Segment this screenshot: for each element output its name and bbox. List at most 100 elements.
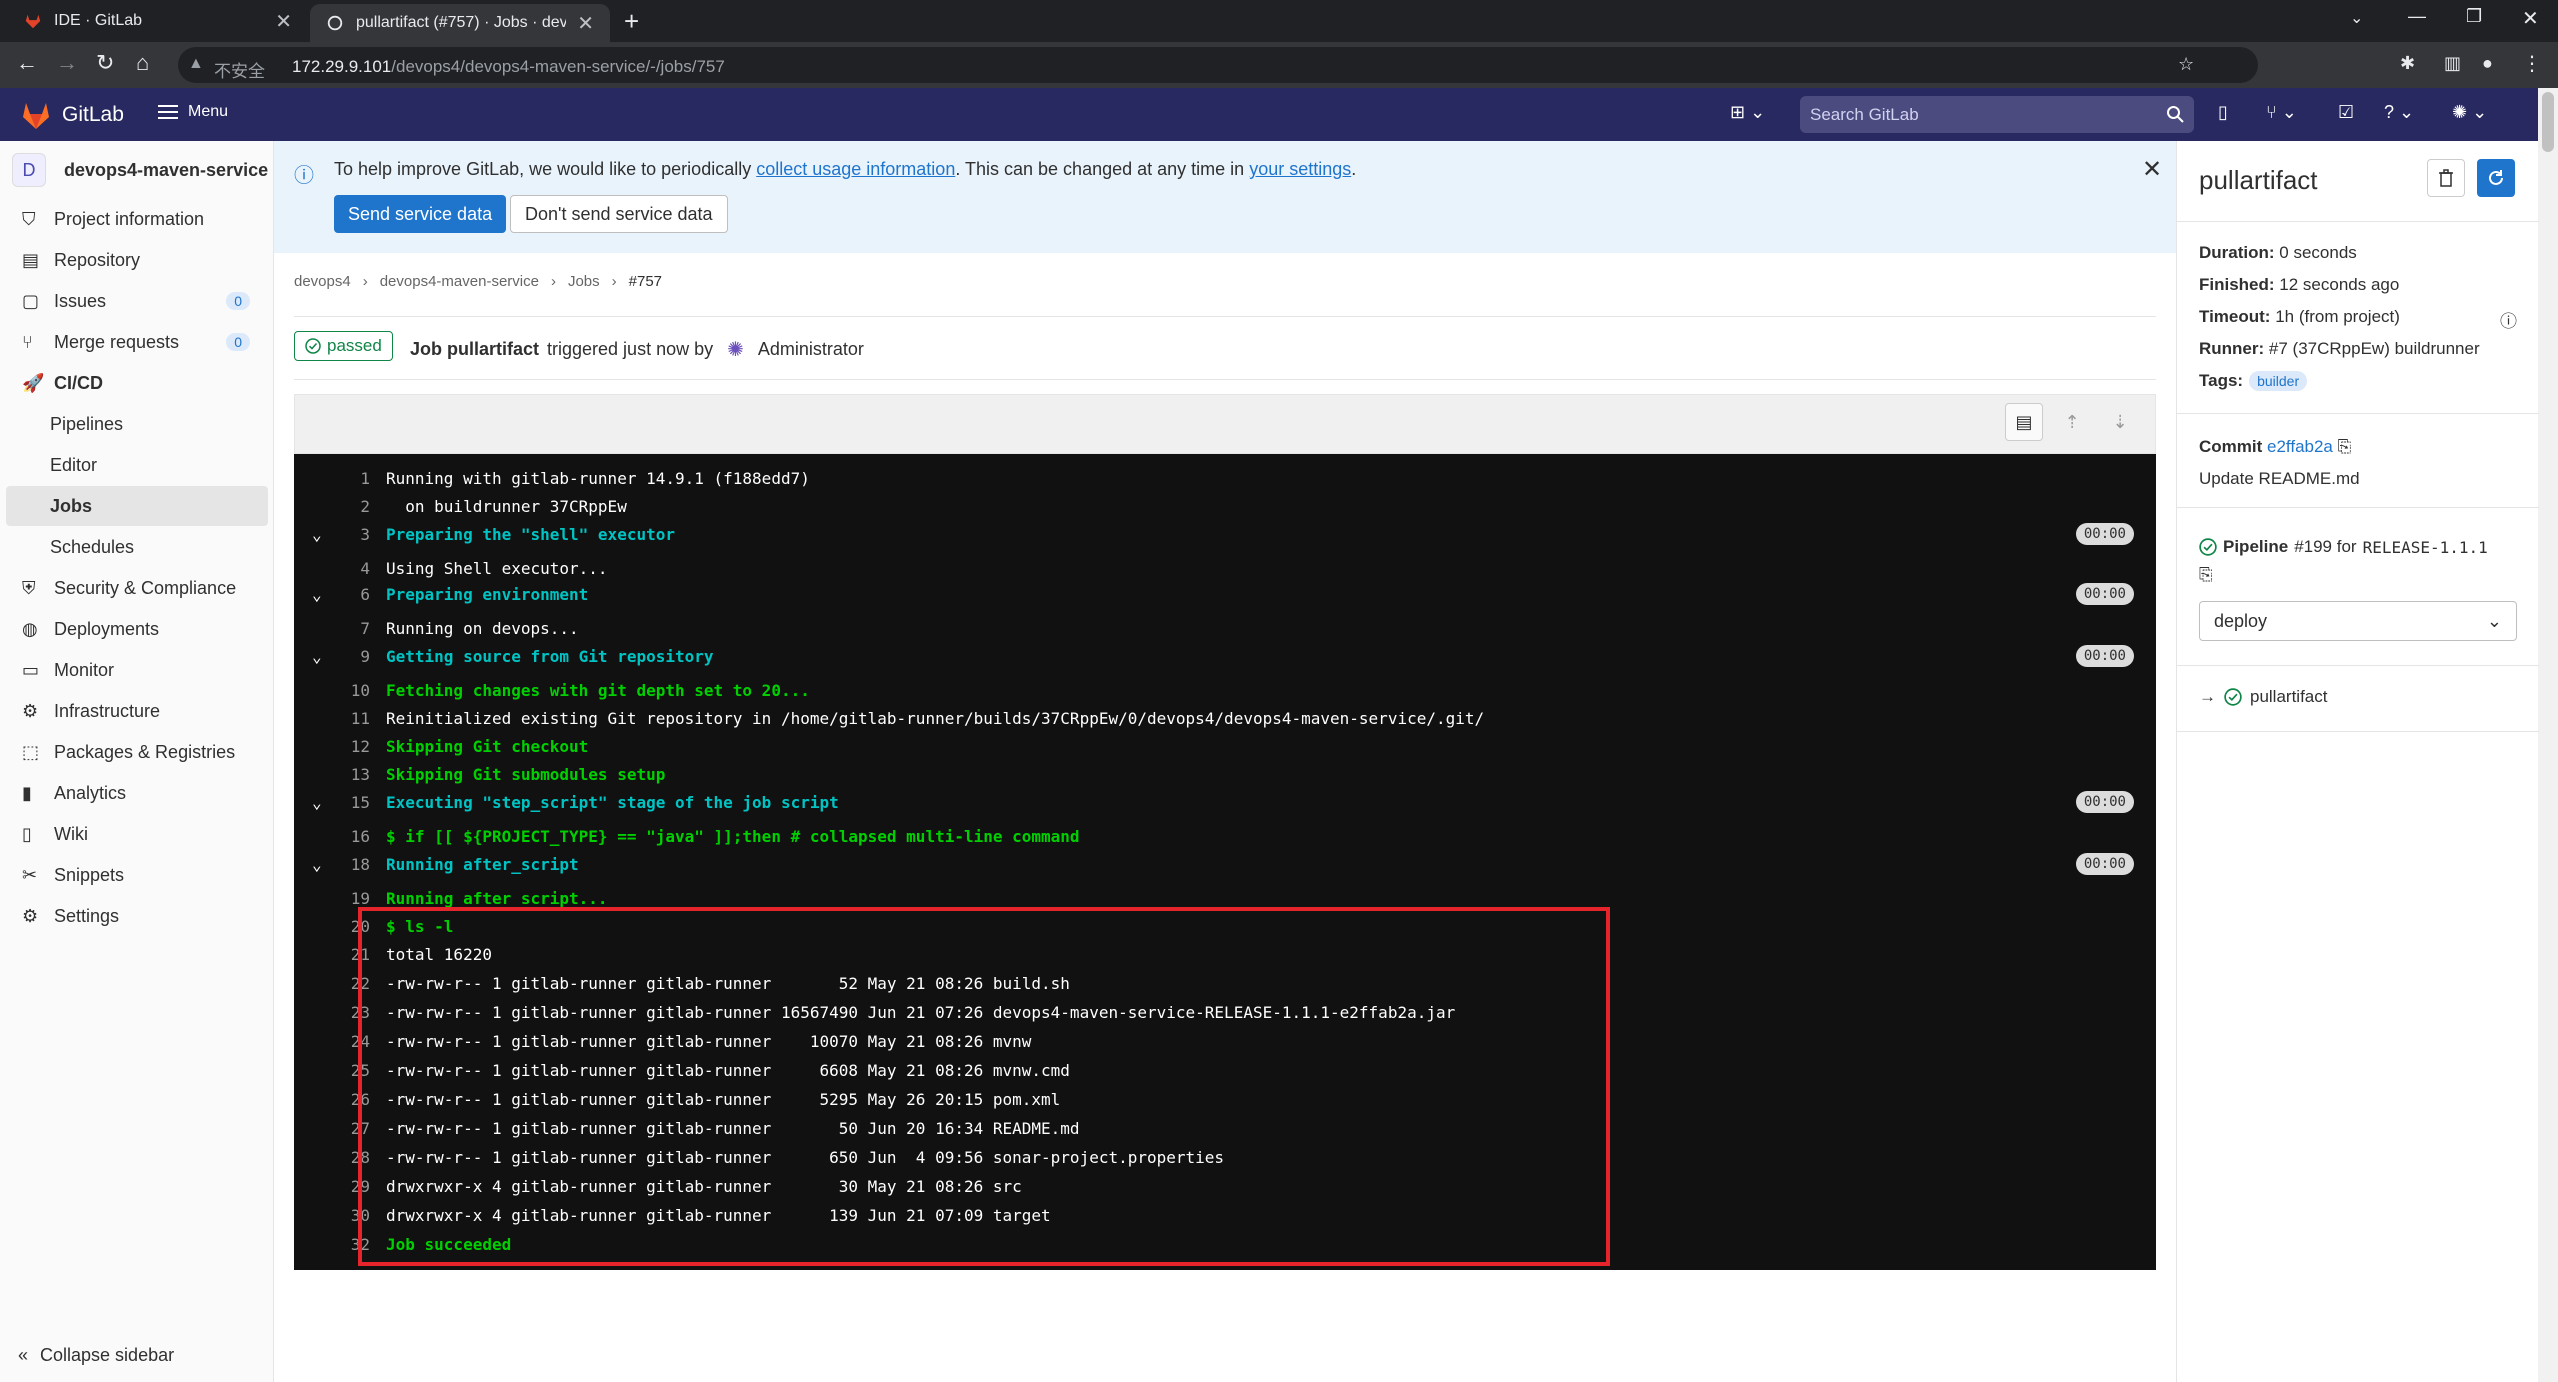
help-icon[interactable]: ? ⌄ (2384, 102, 2414, 123)
gitlab-logo[interactable]: GitLab (20, 100, 124, 130)
search-input[interactable]: Search GitLab (1800, 96, 2194, 133)
issues-nav-icon[interactable]: ▯ (2218, 102, 2228, 123)
send-service-data-button[interactable]: Send service data (334, 195, 507, 233)
minimize-icon[interactable]: — (2408, 6, 2426, 27)
collapse-sidebar-button[interactable]: « Collapse sidebar (18, 1345, 174, 1366)
line-number[interactable]: 4 (294, 559, 370, 578)
back-icon[interactable]: ← (16, 50, 38, 76)
merge-requests-nav-icon[interactable]: ⑂ ⌄ (2266, 102, 2297, 123)
pipeline-link[interactable]: #199 for (2294, 537, 2356, 557)
line-number[interactable]: 10 (294, 681, 370, 700)
sidebar-item-project-information[interactable]: ⛉ Project information (6, 199, 268, 239)
breadcrumb-project[interactable]: devops4-maven-service (380, 273, 539, 290)
log-section-header[interactable]: ⌄ 3 Preparing the "shell" executor 00:00 (294, 520, 2156, 548)
scrollbar-thumb[interactable] (2542, 92, 2554, 152)
scroll-bottom-button[interactable]: ⇣ (2101, 403, 2139, 441)
sidebar-item-label: Settings (54, 905, 120, 926)
line-number[interactable]: 13 (294, 765, 370, 784)
sidebar-item-issues[interactable]: ▢ Issues 0 (6, 281, 268, 321)
erase-job-button[interactable] (2427, 159, 2465, 197)
sidebar-item-jobs[interactable]: Jobs (6, 486, 268, 526)
line-number[interactable]: 18 (294, 855, 370, 874)
forward-icon[interactable]: → (56, 50, 78, 76)
sidebar-item-label: Pipelines (50, 413, 124, 434)
log-section-header[interactable]: ⌄ 18 Running after_script 00:00 (294, 850, 2156, 878)
sidebar-item-pipelines[interactable]: Pipelines (6, 404, 268, 444)
address-bar[interactable]: ▲ 不安全 172.29.9.101/devops4/devops4-maven… (178, 47, 2258, 83)
scroll-top-button[interactable]: ⇡ (2053, 403, 2091, 441)
retry-job-button[interactable] (2477, 159, 2515, 197)
close-icon[interactable]: ✕ (2142, 155, 2162, 184)
line-number[interactable]: 11 (294, 709, 370, 728)
line-text: Running on devops... (386, 618, 579, 638)
line-number[interactable]: 1 (294, 469, 370, 488)
commit-sha-link[interactable]: e2ffab2a (2267, 437, 2333, 456)
new-item-icon[interactable]: ⊞ ⌄ (1730, 102, 1765, 123)
line-number[interactable]: 3 (294, 525, 370, 544)
close-tab-icon[interactable]: ✕ (577, 11, 594, 36)
pipeline-ref[interactable]: RELEASE-1.1.1 (2363, 538, 2488, 557)
breadcrumb-group[interactable]: devops4 (294, 273, 351, 290)
menu-button[interactable]: Menu (158, 103, 228, 121)
browser-tab-ide[interactable]: IDE · GitLab ✕ (8, 0, 308, 42)
sidebar-item-packages[interactable]: ⬚ Packages & Registries (6, 732, 268, 772)
sidebar-item-deployments[interactable]: ◍ Deployments (6, 609, 268, 649)
log-section-header[interactable]: ⌄ 9 Getting source from Git repository 00:0… (294, 642, 2156, 670)
line-number[interactable]: 9 (294, 647, 370, 666)
extensions-icon[interactable]: ✱ (2400, 53, 2415, 74)
line-number[interactable]: 7 (294, 619, 370, 638)
breadcrumb-jobs[interactable]: Jobs (568, 273, 600, 290)
sidebar-item-merge-requests[interactable]: ⑂ Merge requests 0 (6, 322, 268, 362)
breadcrumb-job-id[interactable]: #757 (629, 273, 662, 290)
gear-icon: ⚙ (22, 906, 39, 926)
line-number[interactable]: 19 (294, 889, 370, 908)
line-number[interactable]: 2 (294, 497, 370, 516)
sidebar-item-settings[interactable]: ⚙ Settings (6, 896, 268, 936)
profile-icon[interactable]: ● (2482, 53, 2493, 74)
sidebar-item-analytics[interactable]: ▮ Analytics (6, 773, 268, 813)
sidebar-item-monitor[interactable]: ▭ Monitor (6, 650, 268, 690)
sidebar-item-wiki[interactable]: ▯ Wiki (6, 814, 268, 854)
log-section-header[interactable]: ⌄ 15 Executing "step_script" stage of the … (294, 788, 2156, 816)
sidebar-item-snippets[interactable]: ✂ Snippets (6, 855, 268, 895)
question-circle-icon[interactable]: ⓘ (2500, 307, 2517, 332)
log-section-header[interactable]: ⌄ 6 Preparing environment 00:00 (294, 580, 2156, 608)
stage-dropdown[interactable]: deploy ⌄ (2199, 601, 2517, 641)
line-number[interactable]: 6 (294, 585, 370, 604)
dont-send-service-data-button[interactable]: Don't send service data (510, 195, 728, 233)
close-window-icon[interactable]: ✕ (2522, 6, 2539, 31)
sidebar-item-repository[interactable]: ▤ Repository (6, 240, 268, 280)
bookmark-star-icon[interactable]: ☆ (2178, 54, 2194, 75)
your-settings-link[interactable]: your settings (1249, 159, 1351, 179)
sidebar-item-editor[interactable]: Editor (6, 445, 268, 485)
sidebar-item-schedules[interactable]: Schedules (6, 527, 268, 567)
user-name[interactable]: Administrator (758, 339, 864, 360)
user-avatar-icon[interactable]: ✺ ⌄ (2452, 102, 2487, 123)
home-icon[interactable]: ⌂ (136, 50, 149, 76)
line-number[interactable]: 16 (294, 827, 370, 846)
line-number[interactable]: 15 (294, 793, 370, 812)
line-number[interactable]: 12 (294, 737, 370, 756)
raw-log-button[interactable]: ▤ (2005, 403, 2043, 441)
sidebar-item-security[interactable]: ⛨ Security & Compliance (6, 568, 268, 608)
close-tab-icon[interactable]: ✕ (275, 9, 292, 34)
job-list-item[interactable]: → pullartifact (2199, 687, 2327, 707)
status-badge[interactable]: passed (294, 331, 393, 361)
sidebar-project-header[interactable]: D devops4-maven-service (12, 153, 268, 187)
copy-icon[interactable]: ⎘ (2199, 565, 2213, 585)
collect-usage-link[interactable]: collect usage information (756, 159, 955, 179)
sidebar-item-cicd[interactable]: 🚀 CI/CD (6, 363, 268, 403)
new-tab-icon[interactable]: + (624, 6, 639, 37)
browser-menu-icon[interactable]: ⋮ (2522, 51, 2542, 76)
restore-icon[interactable]: ❐ (2466, 6, 2482, 27)
page-scrollbar[interactable] (2538, 88, 2558, 1382)
sidepanel-icon[interactable]: ▥ (2444, 53, 2461, 74)
copy-icon[interactable]: ⎘ (2338, 437, 2352, 456)
sidebar-item-infrastructure[interactable]: ⚙ Infrastructure (6, 691, 268, 731)
retry-icon (2489, 170, 2503, 185)
reload-icon[interactable]: ↻ (96, 50, 114, 76)
job-link[interactable]: pullartifact (2250, 687, 2327, 707)
tab-search-icon[interactable]: ⌄ (2350, 8, 2363, 28)
todos-icon[interactable]: ☑ (2338, 102, 2354, 123)
browser-tab-job[interactable]: pullartifact (#757) · Jobs · devops4 ✕ (310, 4, 610, 42)
